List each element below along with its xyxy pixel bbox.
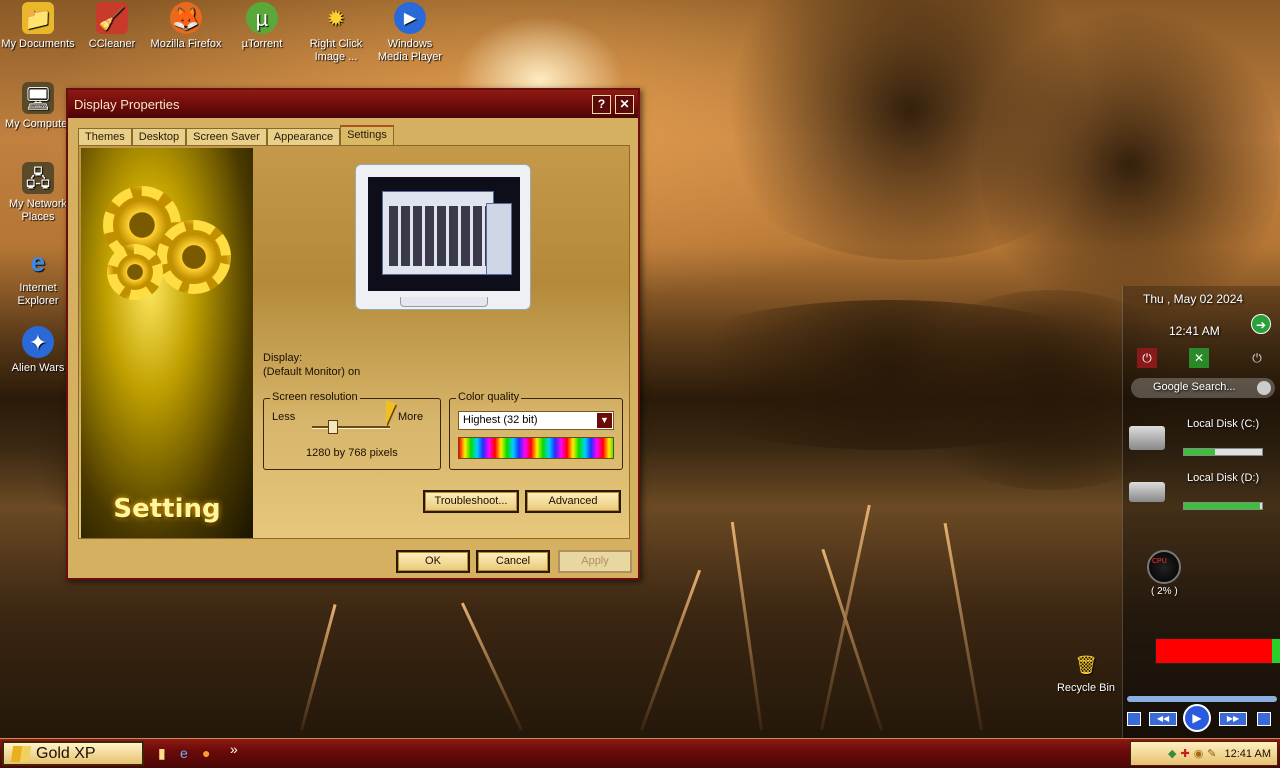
monitor-preview xyxy=(355,164,531,310)
windows-flag-icon xyxy=(10,745,32,762)
taskbar-clock[interactable]: 12:41 AM xyxy=(1225,748,1271,760)
close-button[interactable]: ✕ xyxy=(615,94,634,114)
system-tray: ◆ ✚ ◉ ✎ 12:41 AM xyxy=(1130,741,1278,766)
play-icon[interactable]: ▶ xyxy=(1183,704,1211,732)
quicklaunch-internet-explorer-icon[interactable]: e xyxy=(180,745,188,761)
local-disk-d[interactable]: Local Disk (D:) xyxy=(1123,468,1280,520)
resolution-slider-thumb[interactable] xyxy=(328,420,338,434)
stop-icon[interactable] xyxy=(1127,712,1141,726)
cancel-button[interactable]: Cancel xyxy=(476,550,550,573)
mouse-cursor-icon xyxy=(386,400,396,430)
banner-title: Setting xyxy=(113,494,221,524)
desktop-icon-ccleaner[interactable]: 🧹 CCleaner xyxy=(74,2,150,51)
color-quality-select[interactable]: Highest (32 bit) ▼ xyxy=(458,411,614,430)
recycle-bin-icon: 🗑 xyxy=(1074,654,1098,675)
display-properties-window: Display Properties ? ✕ Themes Desktop Sc… xyxy=(66,88,640,580)
resolution-less-label: Less xyxy=(272,411,296,423)
chevron-down-icon[interactable]: ▼ xyxy=(597,413,612,428)
color-preview-bar xyxy=(458,437,614,459)
cpu-meter: CPU xyxy=(1147,550,1181,584)
memory-usage-bar xyxy=(1155,638,1280,664)
local-disk-c-label: Local Disk (C:) xyxy=(1187,418,1260,430)
desktop-icon-internet-explorer[interactable]: e Internet Explorer xyxy=(0,246,76,308)
color-quality-value: Highest (32 bit) xyxy=(463,414,538,426)
firefox-icon: 🦊 xyxy=(170,2,202,34)
desktop-icon-alien-wars[interactable]: ✦ Alien Wars xyxy=(0,326,76,375)
local-disk-c[interactable]: Local Disk (C:) xyxy=(1123,414,1280,466)
sidebar-date: Thu , May 02 2024 xyxy=(1143,292,1244,306)
cpu-usage-value: ( 2% ) xyxy=(1151,586,1178,597)
computer-icon: 🖥 xyxy=(22,82,54,114)
folder-icon: 📁 xyxy=(22,2,54,34)
display-value: (Default Monitor) on xyxy=(263,366,361,378)
settings-panel: Setting Display: (Default Monitor) on Sc… xyxy=(78,145,630,539)
eject-icon[interactable] xyxy=(1257,712,1271,726)
media-player-gadget: ◀◀ ▶ ▶▶ xyxy=(1127,692,1277,738)
sidebar-time: 12:41 AM xyxy=(1169,324,1220,338)
gear-icon xyxy=(157,220,231,294)
resolution-more-label: More xyxy=(398,411,424,423)
desktop-icon-recycle-bin[interactable]: 🗑 Recycle Bin xyxy=(1048,652,1124,695)
alien-wars-icon: ✦ xyxy=(22,326,54,358)
tray-shield-icon[interactable]: ✚ xyxy=(1180,747,1189,760)
tab-settings[interactable]: Settings xyxy=(340,125,394,147)
start-button[interactable]: Gold XP xyxy=(2,741,144,766)
media-player-icon: ▶ xyxy=(394,2,426,34)
search-icon[interactable] xyxy=(1257,381,1271,395)
quicklaunch-folder-icon[interactable]: ▮ xyxy=(158,745,166,762)
quicklaunch-chevron[interactable]: » xyxy=(230,741,238,757)
tray-tools-icon[interactable]: ✎ xyxy=(1207,747,1216,760)
google-search-placeholder: Google Search... xyxy=(1153,381,1236,393)
screen-resolution-group: Screen resolution Less More 1280 by 768 … xyxy=(263,391,441,470)
monitor-screen xyxy=(368,177,520,291)
desktop-icon-my-computer[interactable]: 🖥 My Computer xyxy=(0,82,76,131)
forward-arrow-icon[interactable]: ➔ xyxy=(1251,314,1271,334)
advanced-button[interactable]: Advanced xyxy=(525,490,621,513)
ccleaner-icon: 🧹 xyxy=(96,2,128,34)
hard-drive-icon xyxy=(1129,482,1165,502)
desktop-icon-my-documents[interactable]: 📁 My Documents xyxy=(0,2,76,51)
quicklaunch-firefox-icon[interactable]: ● xyxy=(202,745,210,761)
gear-icon xyxy=(107,244,163,300)
network-icon: 🖧 xyxy=(22,162,54,194)
internet-explorer-icon: e xyxy=(30,246,46,277)
next-icon[interactable]: ▶▶ xyxy=(1219,712,1247,726)
desktop-icon-windows-media-player[interactable]: ▶ Windows Media Player xyxy=(372,2,448,64)
utorrent-icon: µ xyxy=(246,2,278,34)
right-click-image-icon: ✹ xyxy=(326,5,346,31)
previous-icon[interactable]: ◀◀ xyxy=(1149,712,1177,726)
local-disk-d-usage-bar xyxy=(1183,502,1263,510)
desktop-icon-right-click-image[interactable]: ✹ Right Click Image ... xyxy=(298,2,374,64)
google-search-box[interactable]: Google Search... xyxy=(1131,378,1275,398)
help-button[interactable]: ? xyxy=(592,94,611,114)
display-label: Display: xyxy=(263,352,303,364)
ok-button[interactable]: OK xyxy=(396,550,470,573)
local-disk-d-label: Local Disk (D:) xyxy=(1187,472,1260,484)
tray-network-icon[interactable]: ◆ xyxy=(1168,747,1176,760)
screen-resolution-title: Screen resolution xyxy=(270,391,360,403)
tray-volume-icon[interactable]: ◉ xyxy=(1194,747,1204,760)
hard-drive-icon xyxy=(1129,426,1165,450)
settings-banner: Setting xyxy=(81,148,253,538)
restart-icon[interactable]: ✕ xyxy=(1189,348,1209,368)
tab-strip: Themes Desktop Screen Saver Appearance S… xyxy=(78,125,394,147)
desktop-icon-my-network-places[interactable]: 🖧 My Network Places xyxy=(0,162,76,224)
resolution-slider-track[interactable] xyxy=(312,426,390,429)
local-disk-c-usage-bar xyxy=(1183,448,1263,456)
color-quality-group: Color quality Highest (32 bit) ▼ xyxy=(449,391,623,470)
sidebar-gadgets: Thu , May 02 2024 12:41 AM ➔ ⏻ ✕ ⏻ Googl… xyxy=(1122,286,1280,738)
logoff-icon[interactable]: ⏻ xyxy=(1247,348,1267,368)
color-quality-title: Color quality xyxy=(456,391,522,403)
power-icon[interactable]: ⏻ xyxy=(1137,348,1157,368)
taskbar: Gold XP ▮ e ● » ◆ ✚ ◉ ✎ 12:41 AM xyxy=(0,738,1280,768)
window-titlebar[interactable]: Display Properties ? ✕ xyxy=(68,90,638,118)
apply-button[interactable]: Apply xyxy=(558,550,632,573)
desktop-icon-firefox[interactable]: 🦊 Mozilla Firefox xyxy=(148,2,224,51)
troubleshoot-button[interactable]: Troubleshoot... xyxy=(423,490,519,513)
resolution-value: 1280 by 768 pixels xyxy=(306,447,398,459)
window-title: Display Properties xyxy=(74,96,180,112)
start-button-label: Gold XP xyxy=(36,744,96,762)
desktop-icon-utorrent[interactable]: µ µTorrent xyxy=(224,2,300,51)
